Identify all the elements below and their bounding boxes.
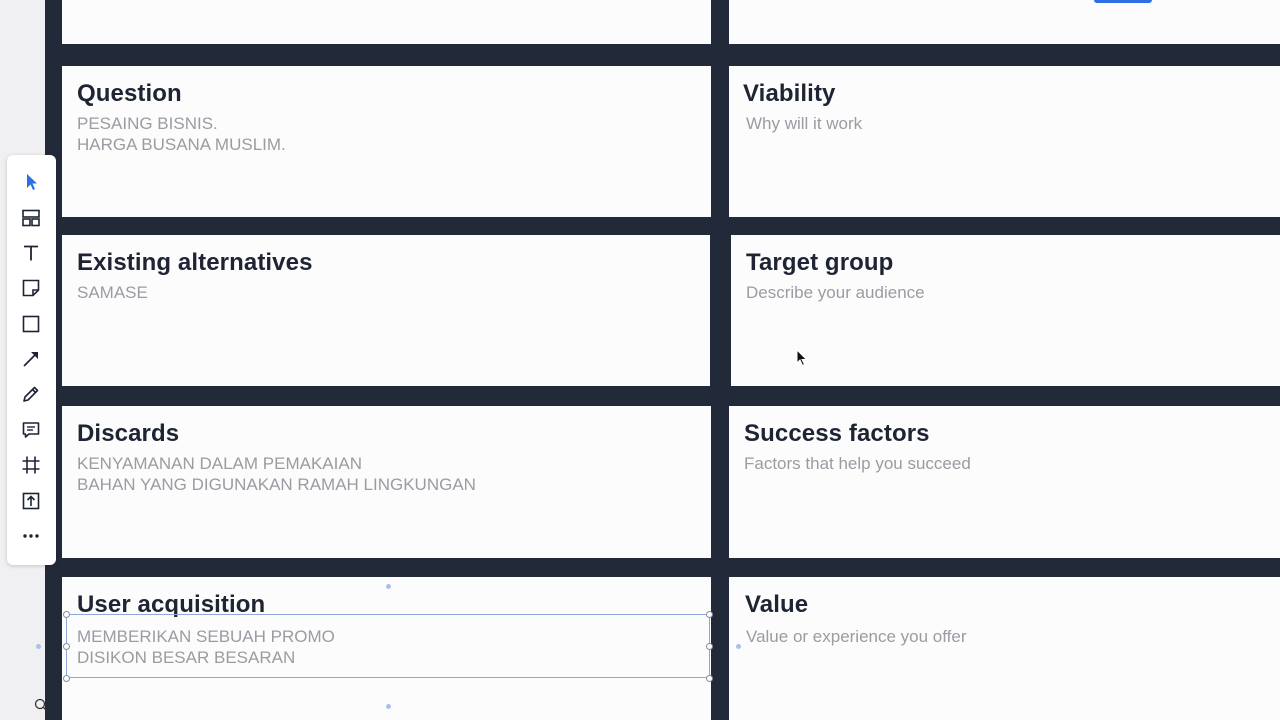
card-body-line: Describe your audience [746,283,925,302]
card-body-line: SAMASE [77,283,148,302]
card-body[interactable]: Factors that help you succeed [744,453,971,474]
square-icon [22,315,40,333]
resize-handle-top-left[interactable] [63,611,70,618]
pen-tool[interactable] [19,382,43,406]
comment-icon [22,422,40,438]
arrow-line-icon [23,352,38,367]
card-body[interactable]: PESAING BISNIS. HARGA BUSANA MUSLIM. [77,113,286,155]
upload-icon [22,492,40,510]
card-top-left[interactable] [62,0,711,44]
card-target-group[interactable]: Target group Describe your audience [731,235,1280,386]
zoom-icon[interactable] [34,698,48,712]
select-tool[interactable] [19,170,43,194]
resize-handle-bottom-right[interactable] [706,675,713,682]
card-body-line: Why will it work [746,114,863,133]
card-title: Success factors [744,420,930,447]
card-title: Target group [746,249,894,276]
pen-icon [23,386,39,402]
connector-point-bottom[interactable] [386,704,391,709]
sticky-note-tool[interactable] [19,276,43,300]
card-body[interactable]: Describe your audience [746,282,925,303]
shape-tool[interactable] [19,312,43,336]
text-selection-box[interactable] [66,614,710,678]
resize-handle-middle-left[interactable] [63,643,70,650]
upload-tool[interactable] [19,489,43,513]
sticky-note-icon [22,279,40,297]
layout-icon [22,209,40,227]
card-body-line: KENYAMANAN DALAM PEMAKAIAN [77,454,362,473]
connector-point-left[interactable] [36,644,41,649]
card-question[interactable]: Question PESAING BISNIS. HARGA BUSANA MU… [62,66,711,217]
card-body-line: PESAING BISNIS. [77,114,218,133]
card-title: Existing alternatives [77,249,313,276]
card-title: Viability [743,80,836,107]
card-body-line: BAHAN YANG DIGUNAKAN RAMAH LINGKUNGAN [77,475,476,494]
card-body[interactable]: KENYAMANAN DALAM PEMAKAIAN BAHAN YANG DI… [77,453,476,495]
cursor-arrow-icon [27,174,37,190]
connector-tool[interactable] [19,347,43,371]
card-body[interactable]: Value or experience you offer [746,626,967,647]
more-dots-icon [23,534,39,538]
text-tool[interactable] [19,241,43,265]
card-body[interactable]: SAMASE [77,282,148,303]
comment-tool[interactable] [19,418,43,442]
resize-handle-top-right[interactable] [706,611,713,618]
frame-tool[interactable] [19,453,43,477]
card-value[interactable]: Value Value or experience you offer [729,577,1280,720]
card-body[interactable]: Why will it work [746,113,862,134]
card-title: Question [77,80,182,107]
left-toolbar [7,155,56,565]
card-top-right[interactable] [729,0,1280,44]
card-title: Discards [77,420,180,447]
mouse-cursor-icon [796,349,808,367]
card-body-line: Value or experience you offer [746,627,967,646]
selected-chip[interactable] [1094,0,1152,3]
text-icon [24,245,38,261]
card-body-line: Factors that help you succeed [744,454,971,473]
card-success-factors[interactable]: Success factors Factors that help you su… [729,406,1280,558]
more-tools[interactable] [19,524,43,548]
templates-tool[interactable] [19,206,43,230]
frame-icon [22,456,40,474]
card-existing-alternatives[interactable]: Existing alternatives SAMASE [62,235,710,386]
resize-handle-middle-right[interactable] [706,643,713,650]
connector-point-right[interactable] [736,644,741,649]
connector-point-top[interactable] [386,584,391,589]
card-title: Value [745,591,809,618]
card-viability[interactable]: Viability Why will it work [729,66,1280,217]
resize-handle-bottom-left[interactable] [63,675,70,682]
card-discards[interactable]: Discards KENYAMANAN DALAM PEMAKAIAN BAHA… [62,406,711,558]
card-body-line: HARGA BUSANA MUSLIM. [77,135,286,154]
